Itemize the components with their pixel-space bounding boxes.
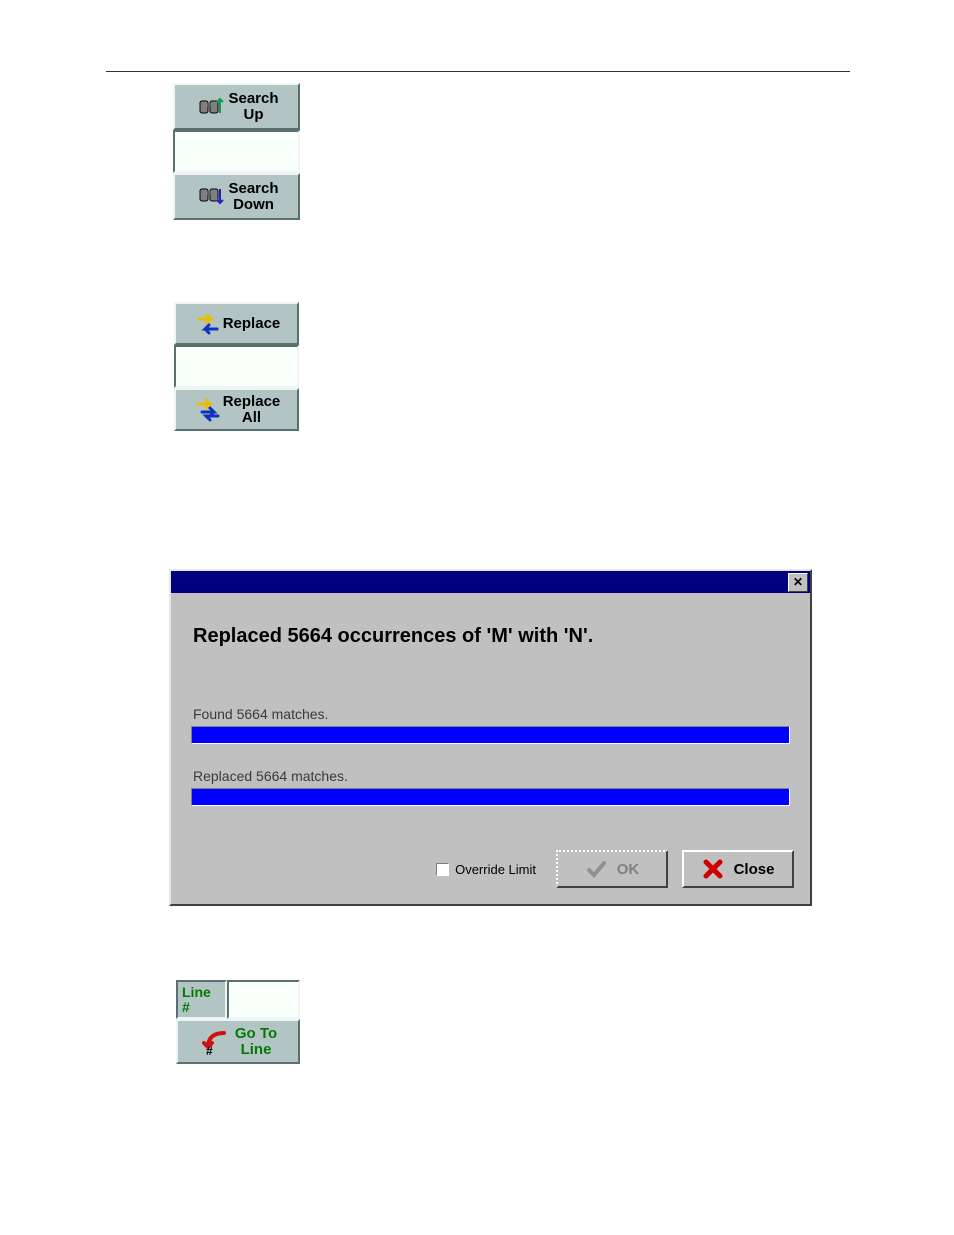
line-number-input[interactable] — [227, 980, 300, 1019]
search-down-button[interactable]: Search Down — [173, 173, 300, 220]
search-panel: Search Up Search Down — [173, 83, 300, 220]
override-limit-label: Override Limit — [455, 862, 536, 877]
close-icon: ✕ — [793, 576, 803, 588]
checkbox-icon — [436, 863, 449, 876]
x-icon — [702, 858, 724, 880]
line-number-label: Line # — [176, 980, 227, 1019]
close-label: Close — [734, 861, 775, 878]
replace-button[interactable]: Replace — [174, 302, 299, 345]
svg-text:#: # — [206, 1044, 213, 1057]
replace-panel: Replace Replace All — [174, 302, 299, 431]
search-input[interactable] — [173, 130, 300, 173]
replaced-matches-label: Replaced 5664 matches. — [193, 768, 790, 784]
binoculars-down-icon — [194, 183, 228, 211]
titlebar-close-button[interactable]: ✕ — [788, 573, 808, 592]
dialog-titlebar: ✕ — [171, 571, 810, 593]
ok-button[interactable]: OK — [556, 850, 668, 888]
goto-line-label: Go To Line — [235, 1026, 277, 1058]
goto-line-button[interactable]: # Go To Line — [176, 1019, 300, 1064]
found-matches-label: Found 5664 matches. — [193, 706, 790, 722]
replace-all-button[interactable]: Replace All — [174, 388, 299, 431]
goto-line-panel: Line # # Go To Line — [176, 980, 300, 1064]
replace-arrows-icon — [193, 311, 223, 337]
close-button[interactable]: Close — [682, 850, 794, 888]
checkmark-icon — [585, 858, 607, 880]
binoculars-up-icon — [194, 93, 228, 121]
replace-all-label: Replace All — [223, 394, 281, 426]
override-limit-checkbox[interactable]: Override Limit — [436, 862, 536, 877]
replace-input[interactable] — [174, 345, 299, 388]
replace-result-dialog: ✕ Replaced 5664 occurrences of 'M' with … — [169, 569, 812, 906]
replace-label: Replace — [223, 316, 281, 332]
search-up-button[interactable]: Search Up — [173, 83, 300, 130]
search-down-label: Search Down — [228, 181, 278, 213]
section-divider — [106, 71, 850, 72]
goto-line-icon: # — [199, 1027, 235, 1057]
ok-label: OK — [617, 861, 640, 878]
replace-all-arrows-icon — [193, 397, 223, 423]
replaced-progress-bar — [191, 788, 790, 806]
found-progress-bar — [191, 726, 790, 744]
search-up-label: Search Up — [228, 91, 278, 123]
dialog-heading: Replaced 5664 occurrences of 'M' with 'N… — [193, 625, 790, 648]
